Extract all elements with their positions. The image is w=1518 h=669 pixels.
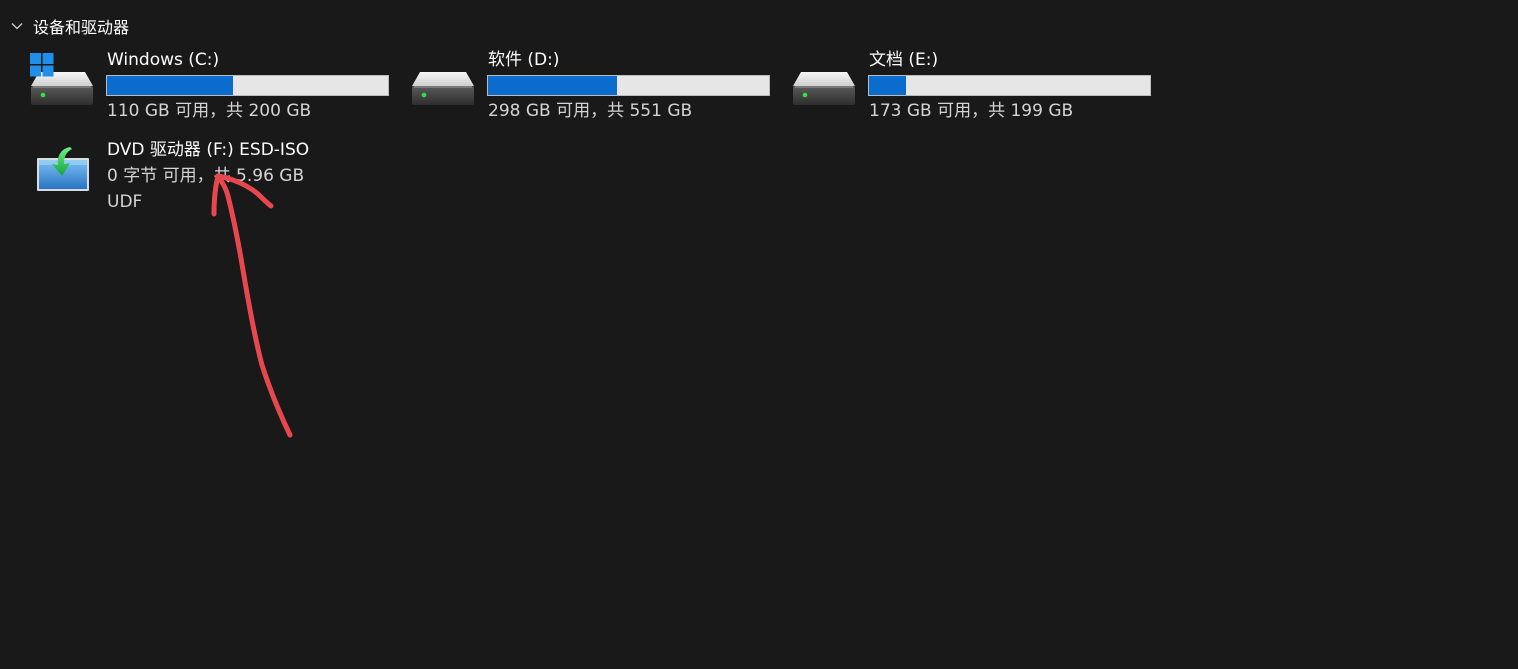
drive-name: Windows (C:) <box>107 50 220 70</box>
section-title: 设备和驱动器 <box>33 18 130 37</box>
dvd-filesystem: UDF <box>107 192 143 212</box>
hard-drive-icon <box>412 72 474 105</box>
dvd-free-space: 0 字节 可用，共 5.96 GB <box>107 166 305 186</box>
devices-and-drives-header[interactable]: 设备和驱动器 <box>10 14 129 38</box>
drive-usage-bar <box>868 75 1151 96</box>
drive-name: 文档 (E:) <box>869 50 939 70</box>
dvd-drive-name: DVD 驱动器 (F:) ESD-ISO <box>107 140 310 160</box>
drive-usage-bar <box>487 75 770 96</box>
drive-usage-fill <box>488 76 618 95</box>
drive-usage-fill <box>107 76 234 95</box>
drive-item-f-dvd[interactable]: DVD 驱动器 (F:) ESD-ISO 0 字节 可用，共 5.96 GB U… <box>30 137 330 217</box>
system-drive-icon <box>30 53 93 105</box>
dvd-drive-icon <box>37 147 89 191</box>
drive-free-space: 298 GB 可用，共 551 GB <box>488 101 693 121</box>
drive-free-space: 110 GB 可用，共 200 GB <box>107 101 312 121</box>
drive-item-c[interactable]: Windows (C:) 110 GB 可用，共 200 GB <box>30 48 390 121</box>
file-explorer-drives-view: 设备和驱动器 Windows (C:) 110 GB 可用，共 200 GB 软… <box>0 0 1518 669</box>
drive-item-d[interactable]: 软件 (D:) 298 GB 可用，共 551 GB <box>411 48 771 121</box>
hard-drive-icon <box>793 72 855 105</box>
drive-usage-bar <box>106 75 389 96</box>
drive-free-space: 173 GB 可用，共 199 GB <box>869 101 1074 121</box>
drive-usage-fill <box>869 76 906 95</box>
chevron-down-icon[interactable] <box>10 19 24 33</box>
drive-item-e[interactable]: 文档 (E:) 173 GB 可用，共 199 GB <box>792 48 1152 121</box>
drive-name: 软件 (D:) <box>488 50 560 70</box>
